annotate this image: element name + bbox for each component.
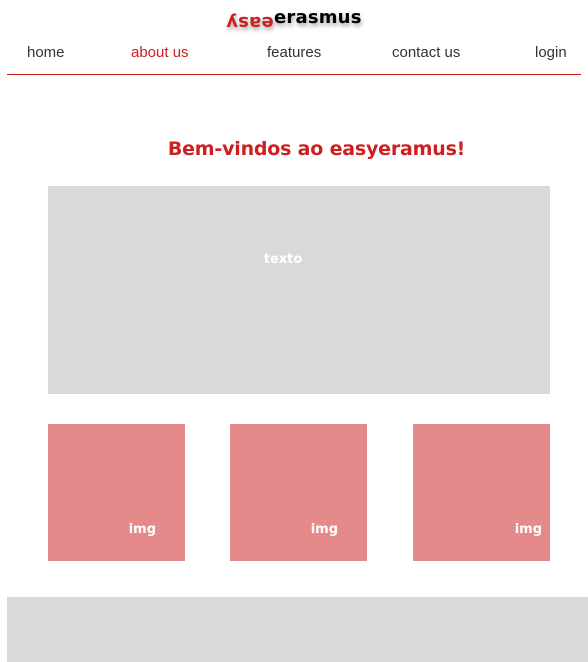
image-placeholder-label: img (514, 522, 542, 537)
main-nav: home about us features contact us login (0, 44, 588, 62)
nav-item-about-us[interactable]: about us (131, 44, 189, 61)
image-placeholder-label: img (310, 522, 338, 537)
nav-item-contact-us[interactable]: contact us (392, 44, 460, 61)
text-placeholder-label: texto (263, 252, 303, 267)
page: easyerasmus home about us features conta… (0, 0, 588, 662)
text-placeholder-block: texto (48, 186, 550, 394)
logo-erasmus: erasmus (273, 7, 362, 28)
image-placeholder-3: img (413, 424, 550, 561)
logo-easy: easy (226, 11, 274, 33)
nav-item-login[interactable]: login (535, 44, 567, 61)
nav-item-home[interactable]: home (27, 44, 65, 61)
welcome-heading: Bem-vindos ao easyeramus! (167, 137, 466, 160)
nav-divider (7, 74, 581, 75)
image-placeholder-2: img (230, 424, 367, 561)
footer-block (7, 597, 588, 662)
image-placeholder-label: img (128, 522, 156, 537)
nav-item-features[interactable]: features (267, 44, 321, 61)
image-placeholder-1: img (48, 424, 185, 561)
site-logo[interactable]: easyerasmus (0, 6, 588, 33)
